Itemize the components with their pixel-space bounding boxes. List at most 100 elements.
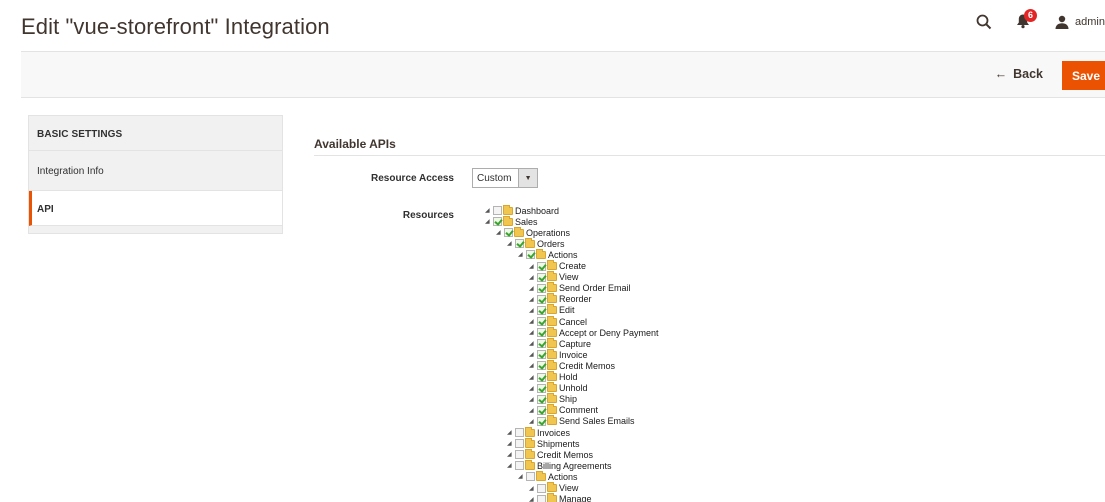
- expand-triangle-icon[interactable]: ◢: [529, 385, 537, 392]
- expand-triangle-icon[interactable]: ◢: [529, 485, 537, 492]
- expand-triangle-icon[interactable]: ◢: [529, 285, 537, 292]
- checkbox-icon[interactable]: [537, 317, 546, 326]
- checkbox-icon[interactable]: [493, 217, 502, 227]
- expand-triangle-icon[interactable]: ◢: [529, 351, 537, 358]
- tree-node-label[interactable]: Shipments: [537, 439, 580, 449]
- save-button[interactable]: Save: [1062, 61, 1105, 90]
- expand-triangle-icon[interactable]: ◢: [529, 274, 537, 281]
- tree-node-label[interactable]: Unhold: [559, 383, 588, 393]
- back-label: Back: [1013, 67, 1043, 81]
- checkbox-icon[interactable]: [537, 383, 546, 393]
- notifications-button[interactable]: 6: [1015, 9, 1038, 31]
- checkbox-icon[interactable]: [537, 272, 546, 282]
- folder-icon: [547, 304, 557, 315]
- expand-triangle-icon[interactable]: ◢: [507, 240, 515, 247]
- checkbox-icon[interactable]: [537, 361, 546, 371]
- expand-triangle-icon[interactable]: ◢: [529, 296, 537, 303]
- tree-node-label[interactable]: Billing Agreements: [537, 461, 612, 471]
- expand-triangle-icon[interactable]: ◢: [496, 229, 504, 236]
- checkbox-icon[interactable]: [537, 416, 546, 426]
- tree-node-label[interactable]: View: [559, 483, 578, 493]
- checkbox-icon[interactable]: [537, 283, 546, 293]
- sidebar-item-integration-info[interactable]: Integration Info: [29, 151, 282, 191]
- checkbox-icon[interactable]: [537, 328, 546, 338]
- tree-node-label[interactable]: Invoices: [537, 428, 570, 438]
- expand-triangle-icon[interactable]: ◢: [529, 407, 537, 414]
- expand-triangle-icon[interactable]: ◢: [529, 374, 537, 381]
- tree-node-label[interactable]: Actions: [548, 472, 578, 482]
- tree-node-label[interactable]: Comment: [559, 405, 598, 415]
- checkbox-icon[interactable]: [537, 394, 546, 404]
- back-button[interactable]: ← Back: [995, 67, 1043, 81]
- tree-node-label[interactable]: Edit: [559, 305, 575, 315]
- search-icon[interactable]: [975, 13, 993, 31]
- expand-triangle-icon[interactable]: ◢: [507, 440, 515, 447]
- folder-icon: [525, 448, 535, 459]
- tree-node-label[interactable]: Orders: [537, 239, 565, 249]
- checkbox-icon[interactable]: [504, 228, 513, 238]
- expand-triangle-icon[interactable]: ◢: [529, 496, 537, 502]
- tree-node-label[interactable]: Credit Memos: [537, 450, 593, 460]
- expand-triangle-icon[interactable]: ◢: [485, 207, 493, 214]
- checkbox-icon[interactable]: [537, 339, 546, 349]
- checkbox-icon[interactable]: [526, 472, 535, 482]
- expand-triangle-icon[interactable]: ◢: [529, 318, 537, 325]
- expand-triangle-icon[interactable]: ◢: [518, 473, 526, 480]
- checkbox-icon[interactable]: [537, 405, 546, 415]
- checkbox-icon[interactable]: [515, 239, 524, 249]
- tree-node-label[interactable]: Invoice: [559, 350, 588, 360]
- checkbox-icon[interactable]: [515, 439, 524, 449]
- expand-triangle-icon[interactable]: ◢: [529, 340, 537, 347]
- expand-triangle-icon[interactable]: ◢: [507, 429, 515, 436]
- checkbox-icon[interactable]: [526, 250, 535, 260]
- resources-label: Resources: [402, 210, 454, 221]
- checkbox-icon[interactable]: [515, 428, 524, 437]
- folder-icon: [547, 404, 557, 415]
- expand-triangle-icon[interactable]: ◢: [529, 263, 537, 270]
- checkbox-icon[interactable]: [537, 261, 546, 271]
- tree-node-label[interactable]: Manage: [559, 494, 592, 502]
- checkbox-icon[interactable]: [537, 305, 546, 315]
- tree-node-label[interactable]: Cancel: [559, 317, 587, 327]
- user-menu[interactable]: admin: [1055, 15, 1105, 29]
- tree-node-label[interactable]: View: [559, 272, 578, 282]
- tree-node-label[interactable]: Send Order Email: [559, 283, 631, 293]
- expand-triangle-icon[interactable]: ◢: [529, 418, 537, 425]
- tree-node-label[interactable]: Capture: [559, 339, 591, 349]
- tree-node: ◢ Credit Memos: [507, 448, 593, 460]
- section-title: Available APIs: [314, 137, 396, 151]
- tree-node-label[interactable]: Ship: [559, 394, 577, 404]
- tree-node-label[interactable]: Send Sales Emails: [559, 416, 635, 426]
- folder-icon: [547, 493, 557, 502]
- checkbox-icon[interactable]: [537, 483, 546, 493]
- expand-triangle-icon[interactable]: ◢: [507, 462, 515, 469]
- tree-node-label[interactable]: Sales: [515, 217, 538, 227]
- tree-node: ◢ Unhold: [529, 382, 588, 394]
- tree-node-label[interactable]: Reorder: [559, 294, 592, 304]
- expand-triangle-icon[interactable]: ◢: [529, 307, 537, 314]
- tree-node-label[interactable]: Actions: [548, 250, 578, 260]
- expand-triangle-icon[interactable]: ◢: [518, 251, 526, 258]
- checkbox-icon[interactable]: [537, 372, 546, 382]
- tree-node-label[interactable]: Create: [559, 261, 586, 271]
- checkbox-icon[interactable]: [537, 350, 546, 360]
- page-title: Edit "vue-storefront" Integration: [21, 14, 330, 39]
- resource-access-select[interactable]: Custom ▼: [472, 168, 538, 188]
- expand-triangle-icon[interactable]: ◢: [529, 396, 537, 403]
- tree-node-label[interactable]: Dashboard: [515, 206, 559, 216]
- expand-triangle-icon[interactable]: ◢: [507, 451, 515, 458]
- checkbox-icon[interactable]: [493, 206, 502, 215]
- expand-triangle-icon[interactable]: ◢: [485, 218, 493, 225]
- tree-node-label[interactable]: Accept or Deny Payment: [559, 328, 659, 338]
- checkbox-icon[interactable]: [537, 494, 546, 502]
- expand-triangle-icon[interactable]: ◢: [529, 329, 537, 336]
- folder-icon: [547, 415, 557, 426]
- tree-node-label[interactable]: Operations: [526, 228, 570, 238]
- sidebar-item-api[interactable]: API: [29, 191, 282, 226]
- tree-node-label[interactable]: Credit Memos: [559, 361, 615, 371]
- checkbox-icon[interactable]: [515, 461, 524, 471]
- tree-node-label[interactable]: Hold: [559, 372, 578, 382]
- expand-triangle-icon[interactable]: ◢: [529, 362, 537, 369]
- checkbox-icon[interactable]: [515, 450, 524, 460]
- checkbox-icon[interactable]: [537, 294, 546, 304]
